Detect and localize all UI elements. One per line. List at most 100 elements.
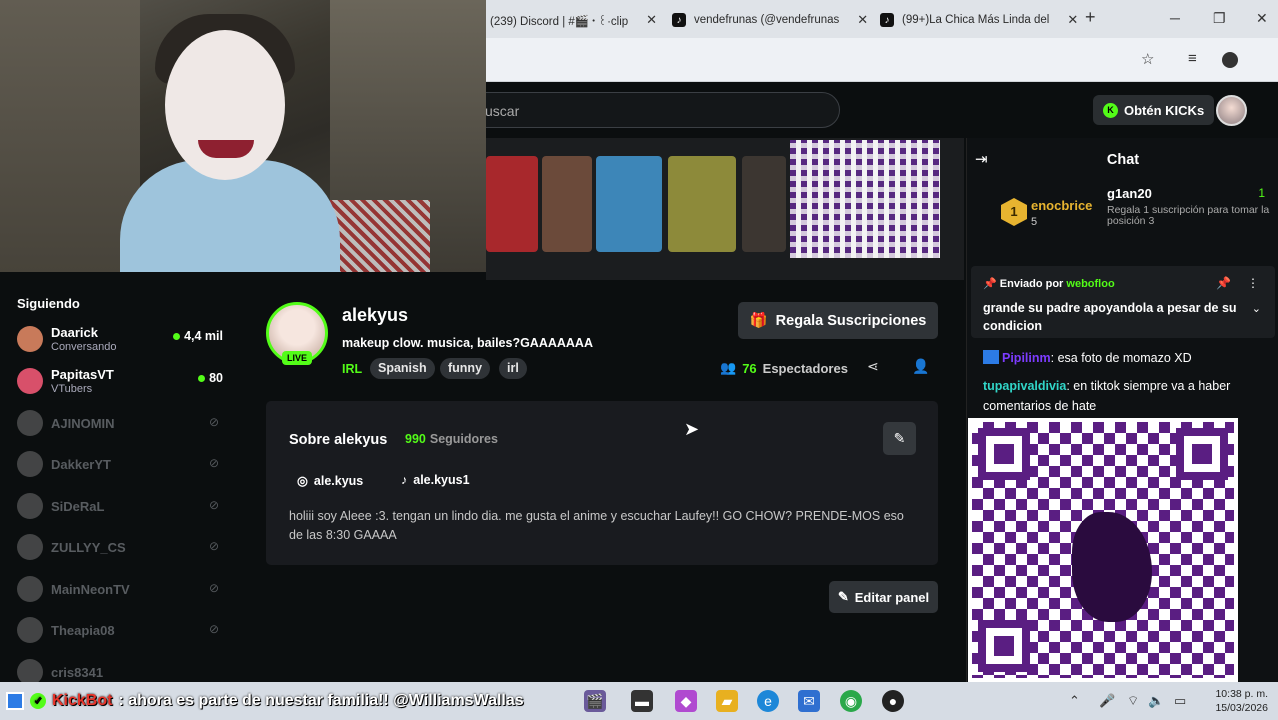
follow-user-icon[interactable]: 👤: [912, 358, 929, 375]
pinned-text: grande su padre apoyandola a pesar de su…: [983, 301, 1237, 333]
avatar: [17, 534, 43, 560]
volume-icon[interactable]: 🔈: [1148, 693, 1164, 709]
viewer-count-label: Espectadores: [762, 360, 848, 376]
gift-leaderboard-second[interactable]: g1an20 Regala 1 suscripción para tomar l…: [1107, 186, 1275, 227]
chat-message: tupapivaldivia: en tiktok siempre va a h…: [983, 376, 1268, 416]
maximize-button[interactable]: ❐: [1213, 10, 1226, 27]
qr-finder: [978, 428, 1030, 480]
tag-funny[interactable]: funny: [440, 358, 491, 379]
following-item-papitasvt[interactable]: PapitasVT VTubers 80: [17, 365, 227, 399]
tiktok-handle: ale.kyus1: [413, 473, 470, 487]
verified-icon: ✓: [30, 693, 46, 709]
instagram-handle: ale.kyus: [313, 473, 364, 488]
battery-icon[interactable]: ▭: [1174, 693, 1186, 709]
tab-tiktok-chica[interactable]: ♪ (99+)La Chica Más Linda del ✕: [870, 6, 1088, 34]
tab-close-icon[interactable]: ✕: [646, 12, 657, 28]
channel-name: ZULLYY_CS: [51, 540, 126, 555]
star-icon[interactable]: ☆: [1141, 50, 1154, 68]
channel-name: MainNeonTV: [51, 582, 130, 597]
channel-name[interactable]: alekyus: [342, 305, 408, 326]
clapper-app-icon[interactable]: 🎬: [584, 690, 606, 712]
tag-spanish[interactable]: Spanish: [370, 358, 435, 379]
following-item-offline[interactable]: MainNeonTV ⊘: [17, 573, 227, 607]
tiktok-icon: ♪: [401, 473, 408, 487]
gift-subscriptions-button[interactable]: 🎁 Regala Suscripciones: [738, 302, 938, 339]
tab-label: vendefrunas (@vendefrunas: [694, 14, 840, 26]
edit-panel-button[interactable]: ✎ Editar panel: [829, 581, 938, 613]
pencil-icon: ✎: [837, 589, 849, 604]
search-placeholder: uscar: [485, 103, 520, 119]
terminal-app-icon[interactable]: ▬: [631, 690, 653, 712]
pin-icon[interactable]: 📌: [1216, 276, 1231, 290]
avatar: [17, 617, 43, 643]
following-item-offline[interactable]: SiDeRaL ⊘: [17, 490, 227, 524]
channel-name: cris8341: [51, 665, 104, 680]
pinned-message[interactable]: 📌 Enviado por webofloo 📌 ⋮ grande su pad…: [971, 266, 1275, 338]
chat-username[interactable]: Pipilinm: [1002, 351, 1051, 365]
chevron-down-icon[interactable]: ⌄: [1252, 302, 1261, 315]
edit-pencil-icon[interactable]: ✎: [883, 422, 916, 455]
tiktok-icon: ♪: [880, 13, 894, 27]
get-kicks-label: Obtén KICKs: [1124, 102, 1205, 118]
folder-app-icon[interactable]: ▰: [716, 690, 738, 712]
obs-app-icon[interactable]: ●: [882, 690, 904, 712]
clock-time: 10:38 p. m.: [1215, 688, 1268, 700]
offline-icon: ⊘: [208, 415, 219, 429]
user-avatar[interactable]: [1216, 95, 1247, 126]
pinned-username: webofloo: [1066, 278, 1115, 290]
offline-icon: ⊘: [208, 498, 219, 512]
close-window-button[interactable]: ✕: [1256, 10, 1268, 27]
rank-badge: 1: [1001, 198, 1027, 226]
tag-irl[interactable]: irl: [499, 358, 527, 379]
avatar: [17, 451, 43, 477]
chevron-up-icon[interactable]: ⌃: [1069, 693, 1080, 709]
tab-label: (239) Discord | #🎬・꒰·clip: [490, 15, 629, 28]
viewer-count-value: 80: [209, 371, 223, 385]
tab-close-icon[interactable]: ✕: [857, 12, 868, 28]
tab-close-icon[interactable]: ✕: [1067, 12, 1078, 28]
following-item-offline[interactable]: ZULLYY_CS ⊘: [17, 531, 227, 565]
viewers-icon: 👥: [720, 360, 737, 375]
avatar: [17, 410, 43, 436]
pinned-author: 📌 Enviado por webofloo: [983, 278, 1115, 290]
edge-app-icon[interactable]: e: [757, 690, 779, 712]
minimize-button[interactable]: ─: [1170, 10, 1180, 26]
qr-code-image: [790, 140, 940, 258]
stream-category[interactable]: IRL: [342, 362, 362, 376]
following-heading: Siguiendo: [17, 296, 80, 311]
channel-category: Conversando: [51, 341, 117, 353]
copilot-app-icon[interactable]: ◆: [675, 690, 697, 712]
tab-discord[interactable]: (239) Discord | #🎬・꒰·clip ✕: [480, 6, 667, 34]
get-kicks-button[interactable]: K Obtén KICKs: [1093, 95, 1215, 125]
video-thumb: [486, 156, 538, 252]
mail-app-icon[interactable]: ✉: [798, 690, 820, 712]
following-item-offline[interactable]: Theapia08 ⊘: [17, 614, 227, 648]
search-input[interactable]: uscar: [440, 92, 840, 128]
gift-icon: 🎁: [749, 313, 768, 329]
offline-icon: ⊘: [208, 539, 219, 553]
instagram-link[interactable]: ◎ ale.kyus: [297, 473, 364, 489]
chrome-app-icon[interactable]: ◉: [840, 690, 862, 712]
media-control-icon[interactable]: ≡: [1188, 50, 1197, 67]
more-options-icon[interactable]: ⋮: [1247, 276, 1259, 290]
wifi-icon[interactable]: ⌔: [1127, 693, 1139, 709]
microphone-icon[interactable]: 🎤: [1099, 693, 1115, 709]
viewer-count-value: 4,4 mil: [184, 329, 223, 343]
stream-video[interactable]: [486, 138, 964, 280]
following-item-daarick[interactable]: Daarick Conversando 4,4 mil: [17, 323, 227, 357]
system-clock[interactable]: 10:38 p. m. 15/03/2026: [1206, 687, 1268, 715]
about-panel: Sobre alekyus 990 Seguidores ✎ ◎ ale.kyus…: [266, 401, 938, 565]
about-bio: holiii soy Aleee :3. tengan un lindo dia…: [289, 509, 904, 542]
video-thumb: [668, 156, 736, 252]
avatar: [17, 576, 43, 602]
following-item-offline[interactable]: DakkerYT ⊘: [17, 448, 227, 482]
tab-tiktok-vendefrunas[interactable]: ♪ vendefrunas (@vendefrunas ✕: [662, 6, 878, 34]
clock-date: 15/03/2026: [1215, 702, 1268, 714]
share-icon[interactable]: ⋖: [867, 358, 879, 375]
profile-icon[interactable]: [1222, 52, 1238, 68]
tiktok-link[interactable]: ♪ ale.kyus1: [401, 473, 470, 487]
chat-username[interactable]: tupapivaldivia: [983, 379, 1066, 393]
new-tab-button[interactable]: +: [1085, 7, 1096, 28]
chat-title: Chat: [1106, 152, 1140, 168]
following-item-offline[interactable]: AJINOMIN ⊘: [17, 407, 227, 441]
